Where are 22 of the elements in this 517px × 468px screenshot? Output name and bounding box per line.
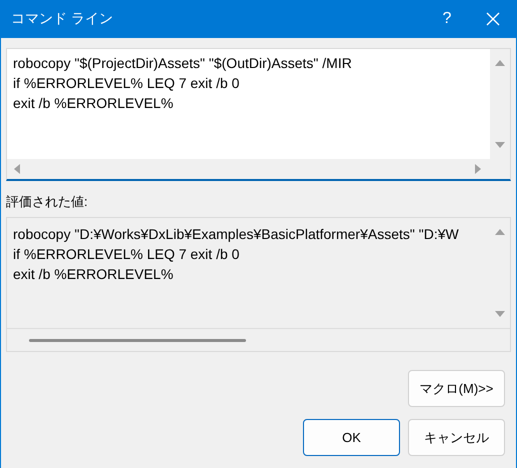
evaluated-text-field[interactable]: robocopy "D:¥Works¥DxLib¥Examples¥BasicPlatformer¥Assets" "D:¥W if %ERRORLEVEL% LEQ 7 exit /b 0 exit /b %ERRORLEVEL% bbox=[6, 217, 511, 352]
command-text-field[interactable]: robocopy "$(ProjectDir)Assets" "$(OutDir)Assets" /MIR if %ERRORLEVEL% LEQ 7 exit /b 0 exit /b %ERRORLEVEL% bbox=[6, 48, 511, 181]
evaluated-line-text: if %ERRORLEVEL% LEQ 7 exit /b 0 bbox=[13, 245, 240, 264]
command-line-text: robocopy "$(ProjectDir)Assets" "$(OutDir)Assets" /MIR bbox=[13, 54, 353, 73]
evaluated-value-label: 評価された値: bbox=[6, 193, 89, 211]
scroll-down-icon[interactable] bbox=[494, 310, 506, 318]
evaluated-line-text: robocopy "D:¥Works¥DxLib¥Examples¥BasicPlatformer¥Assets" "D:¥W bbox=[13, 225, 460, 244]
macro-button[interactable]: マクロ(M)>> bbox=[408, 370, 505, 407]
ok-button[interactable]: OK bbox=[303, 419, 400, 456]
scroll-left-icon[interactable] bbox=[13, 163, 21, 175]
scroll-up-icon[interactable] bbox=[494, 228, 506, 236]
scrollbar-thumb[interactable] bbox=[29, 338, 246, 342]
help-button[interactable]: ? bbox=[424, 0, 470, 38]
command-line-text: if %ERRORLEVEL% LEQ 7 exit /b 0 bbox=[13, 74, 240, 93]
cancel-button[interactable]: キャンセル bbox=[408, 419, 505, 456]
close-icon bbox=[486, 12, 500, 26]
scroll-down-icon[interactable] bbox=[494, 141, 506, 149]
command-line-text: exit /b %ERRORLEVEL% bbox=[13, 94, 174, 113]
evaluated-line-text: exit /b %ERRORLEVEL% bbox=[13, 265, 174, 284]
scroll-up-icon[interactable] bbox=[494, 59, 506, 67]
window-title: コマンド ライン bbox=[11, 10, 114, 28]
scroll-right-icon[interactable] bbox=[474, 163, 482, 175]
